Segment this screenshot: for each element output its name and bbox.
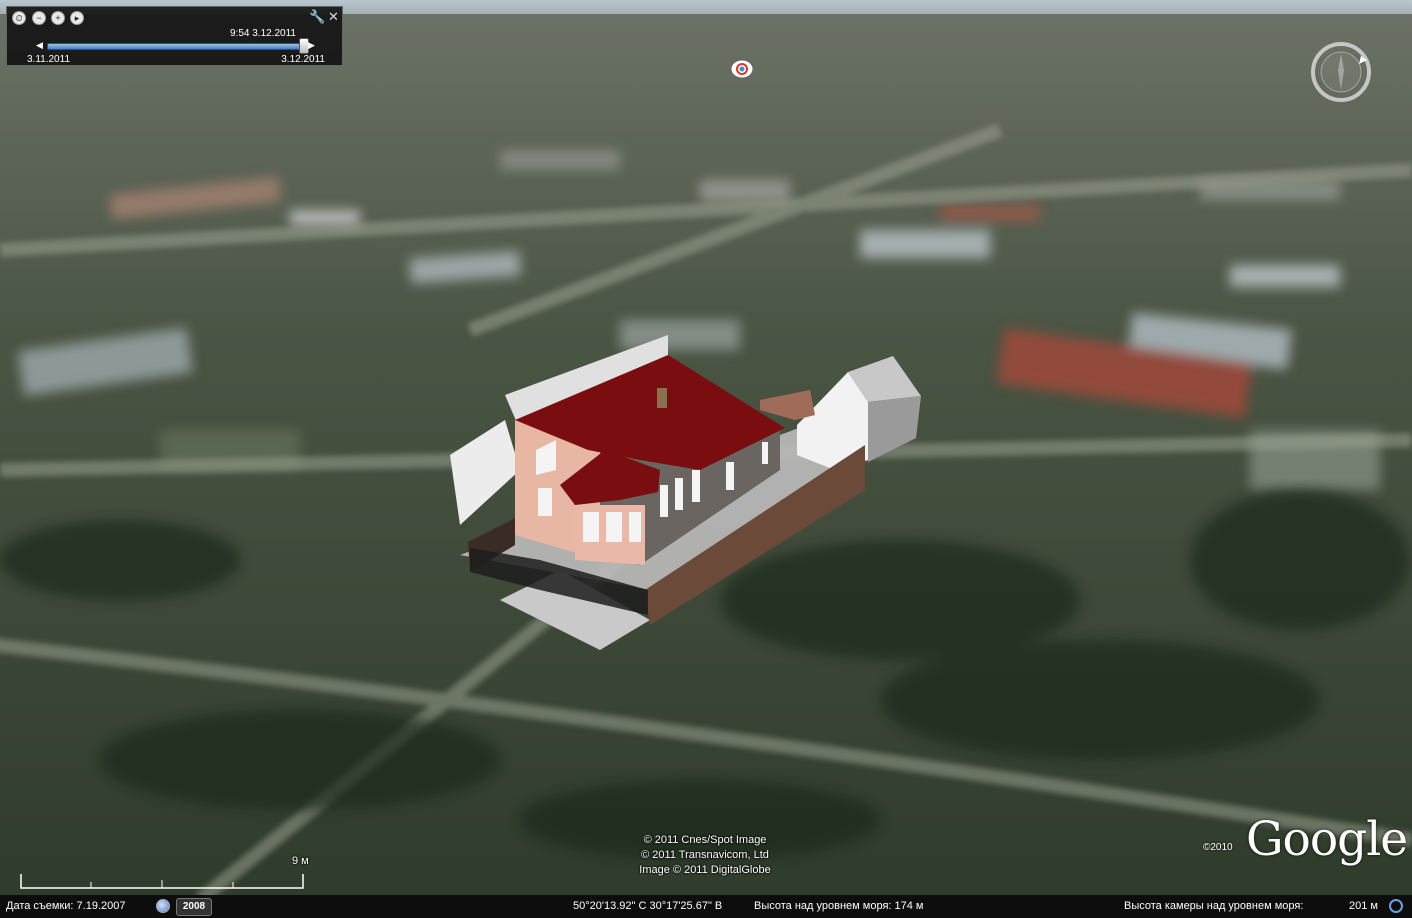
placemark-icon[interactable] (730, 59, 754, 79)
camera-altitude-value: 201 м (1349, 900, 1378, 912)
range-start-label: 3.11.2011 (27, 54, 71, 65)
satellite-terrain (0, 0, 1412, 918)
camera-altitude-label: Высота камеры над уровнем моря: (1124, 900, 1304, 912)
navigation-compass[interactable] (1309, 40, 1373, 104)
current-time-label: 9:54 3.12.2011 (230, 28, 296, 39)
historical-year-button[interactable]: 2008 (176, 898, 212, 916)
map-3d-viewport[interactable] (0, 0, 1412, 918)
time-slider-track[interactable] (47, 43, 309, 50)
historical-imagery-icon[interactable] (156, 899, 170, 913)
range-end-label: 3.12.2011 (281, 54, 325, 65)
streaming-indicator-icon (1389, 899, 1403, 913)
attribution-line: © 2011 Transnavicom, Ltd (641, 849, 769, 861)
google-logo: Google (1246, 812, 1408, 867)
elevation-readout: Высота над уровнем моря: 174 м (754, 900, 924, 912)
close-icon[interactable]: ✕ (328, 10, 339, 24)
attribution-line: Image © 2011 DigitalGlobe (639, 864, 771, 876)
time-slider-panel: ⏲ − + ▸ 🔧 ✕ 9:54 3.12.2011 ◀ ▶ 3.11.2011… (6, 6, 343, 66)
zoom-out-time-icon[interactable]: − (32, 11, 46, 25)
scale-label: 9 м (292, 855, 309, 867)
imagery-date-label: Дата съемки: 7.19.2007 (6, 900, 126, 912)
step-back-icon[interactable]: ◀ (36, 40, 43, 50)
logo-year: ©2010 (1203, 842, 1233, 853)
attribution-line: © 2011 Cnes/Spot Image (643, 834, 767, 846)
step-forward-icon[interactable]: ▶ (308, 40, 315, 50)
wrench-icon[interactable]: 🔧 (309, 10, 325, 24)
zoom-in-time-icon[interactable]: + (51, 11, 65, 25)
imagery-attribution: © 2011 Cnes/Spot Image © 2011 Transnavic… (605, 833, 805, 878)
coordinates-readout: 50°20'13.92" С 30°17'25.67" В (573, 900, 723, 912)
status-bar: Дата съемки: 7.19.2007 2008 50°20'13.92"… (0, 895, 1412, 918)
scale-bar (20, 874, 304, 889)
clock-icon[interactable]: ⏲ (12, 11, 26, 25)
animate-icon[interactable]: ▸ (70, 11, 84, 25)
